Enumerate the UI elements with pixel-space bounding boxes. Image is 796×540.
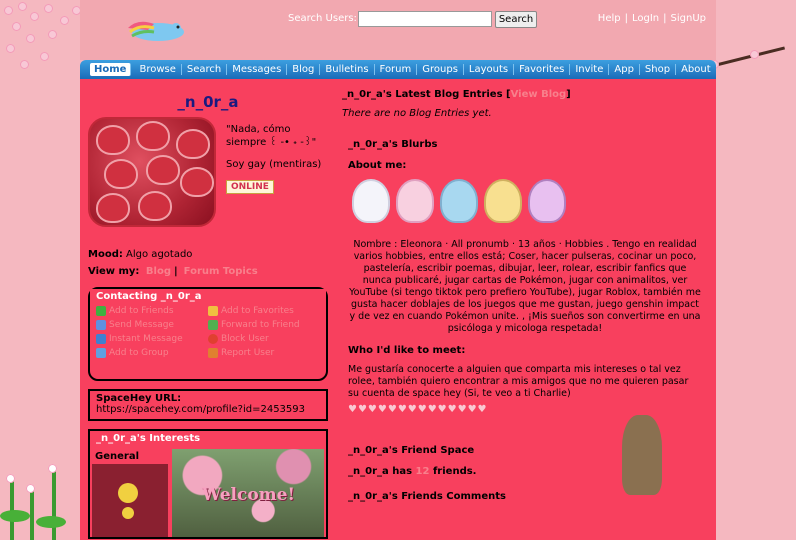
login-link[interactable]: LogIn xyxy=(632,13,659,24)
help-link[interactable]: Help xyxy=(598,13,621,24)
send-message-link[interactable]: Send Message xyxy=(96,320,208,330)
profile-username: _n_0r_a xyxy=(177,93,239,111)
interests-title: _n_0r_a's Interests xyxy=(90,431,326,446)
interests-box: _n_0r_a's Interests General Welcome! xyxy=(88,429,328,539)
forward-to-friend-link[interactable]: Forward to Friend xyxy=(208,320,320,330)
general-column: General xyxy=(92,449,168,537)
dancing-figure-gif xyxy=(622,415,662,495)
profile-picture xyxy=(88,117,216,227)
blurbs-title: _n_0r_a's Blurbs xyxy=(348,139,438,150)
contact-box: Contacting _n_0r_a Add to Friends Add to… xyxy=(88,287,328,381)
instant-message-icon xyxy=(96,334,106,344)
block-icon xyxy=(208,334,218,344)
report-user-link[interactable]: Report User xyxy=(208,348,320,358)
mood-label: Mood: xyxy=(88,249,123,260)
search-button[interactable]: Search xyxy=(495,11,537,28)
profile-subtext: Soy gay (mentiras) xyxy=(226,159,322,170)
mood-line: Mood: Algo agotado xyxy=(88,249,328,260)
top-header: Search Users: Search Help | LogIn | SignUp xyxy=(80,0,716,60)
group-icon xyxy=(96,348,106,358)
profile-main: _n_0r_a "Nada, cómo siempre ꒰ -• ˖ -꒱" S… xyxy=(80,79,716,540)
nav-about[interactable]: About xyxy=(676,64,716,75)
mood-value: Algo agotado xyxy=(126,249,193,260)
nav-forum[interactable]: Forum xyxy=(375,64,418,75)
profile-url[interactable]: https://spacehey.com/profile?id=2453593 xyxy=(96,404,320,415)
view-blog-link[interactable]: View Blog xyxy=(511,89,567,100)
nav-shop[interactable]: Shop xyxy=(640,64,677,75)
nav-messages[interactable]: Messages xyxy=(227,64,288,75)
flower-decoration-bottom-left xyxy=(0,460,80,540)
blog-empty-text: There are no Blog Entries yet. xyxy=(342,108,492,119)
nav-browse[interactable]: Browse xyxy=(134,64,182,75)
add-to-group-link[interactable]: Add to Group xyxy=(96,348,208,358)
add-friend-icon xyxy=(96,306,106,316)
url-box: SpaceHey URL: https://spacehey.com/profi… xyxy=(88,389,328,421)
top-links: Help | LogIn | SignUp xyxy=(597,13,706,24)
nav-search[interactable]: Search xyxy=(182,64,228,75)
view-my-forum-link[interactable]: Forum Topics xyxy=(184,266,258,277)
view-my-blog-link[interactable]: Blog xyxy=(146,266,171,277)
online-badge: ONLINE xyxy=(226,180,274,194)
blog-section-title: _n_0r_a's Latest Blog Entries [View Blog… xyxy=(342,89,571,100)
plushies-image xyxy=(352,179,702,225)
message-icon xyxy=(96,320,106,330)
main-nav: Home Browse Search Messages Blog Bulleti… xyxy=(80,60,716,79)
block-user-link[interactable]: Block User xyxy=(208,334,320,344)
profile-quote: "Nada, cómo siempre ꒰ -• ˖ -꒱" xyxy=(226,124,317,148)
report-icon xyxy=(208,348,218,358)
welcome-image: Welcome! xyxy=(172,449,324,537)
general-label: General xyxy=(92,449,168,464)
add-to-favorites-link[interactable]: Add to Favorites xyxy=(208,306,320,316)
url-title: SpaceHey URL: xyxy=(96,393,182,404)
nav-invite[interactable]: Invite xyxy=(570,64,610,75)
nav-bulletins[interactable]: Bulletins xyxy=(320,64,375,75)
nav-home[interactable]: Home xyxy=(90,63,132,76)
forward-icon xyxy=(208,320,218,330)
view-my-label: View my: xyxy=(88,266,140,277)
nav-layouts[interactable]: Layouts xyxy=(464,64,515,75)
instant-message-link[interactable]: Instant Message xyxy=(96,334,208,344)
who-title: Who I'd like to meet: xyxy=(348,345,466,356)
add-to-friends-link[interactable]: Add to Friends xyxy=(96,306,208,316)
search-input[interactable] xyxy=(358,11,492,27)
nav-app[interactable]: App xyxy=(609,64,640,75)
nav-blog[interactable]: Blog xyxy=(287,64,321,75)
about-me-text: Nombre : Eleonora · All pronumb · 13 año… xyxy=(349,239,701,334)
contact-title: Contacting _n_0r_a xyxy=(90,289,326,304)
search-label: Search Users: xyxy=(288,13,357,24)
nav-favorites[interactable]: Favorites xyxy=(514,64,571,75)
friends-count[interactable]: 12 xyxy=(416,466,430,477)
view-my-line: View my: Blog | Forum Topics xyxy=(88,266,258,277)
spacehey-logo[interactable] xyxy=(118,14,198,46)
signup-link[interactable]: SignUp xyxy=(671,13,706,24)
about-me-title: About me: xyxy=(348,160,407,171)
favorites-icon xyxy=(208,306,218,316)
who-text: Me gustaría conocerte a alguien que comp… xyxy=(348,364,689,399)
left-column: _n_0r_a "Nada, cómo siempre ꒰ -• ˖ -꒱" S… xyxy=(88,89,328,539)
nav-groups[interactable]: Groups xyxy=(417,64,464,75)
hearts-decoration: ♥♥♥♥♥♥♥♥♥♥♥♥♥♥ xyxy=(348,404,488,415)
